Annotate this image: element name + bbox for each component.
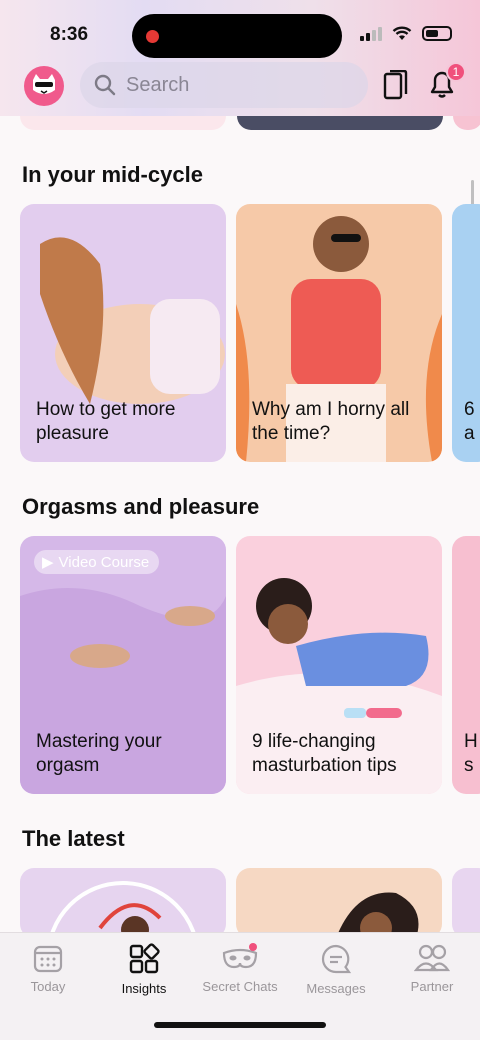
previous-card-peek	[453, 116, 480, 130]
card-title: How to get more pleasure	[36, 399, 176, 444]
search-input[interactable]	[126, 73, 346, 97]
nav-item-insights[interactable]: Insights	[96, 943, 192, 996]
nav-item-secret-chats[interactable]: Secret Chats	[192, 943, 288, 994]
battery-icon	[422, 26, 452, 41]
video-course-pill: ▶ Video Course	[34, 550, 160, 574]
bookmarks-icon[interactable]	[382, 70, 408, 100]
card-title: 6 a	[464, 399, 475, 444]
article-illustration	[336, 892, 419, 938]
nav-label: Today	[30, 979, 66, 994]
section-title-orgasms: Orgasms and pleasure	[22, 494, 260, 519]
nav-label: Secret Chats	[202, 979, 278, 994]
top-header: 8:36 1	[0, 0, 480, 116]
wifi-icon	[392, 26, 412, 40]
recording-indicator-icon	[146, 30, 159, 43]
article-card-masturbation-tips[interactable]: 9 life-changing masturbation tips	[236, 536, 442, 794]
search-bar[interactable]	[80, 62, 368, 108]
article-card-peek[interactable]: H s	[452, 536, 480, 794]
nav-item-messages[interactable]: Messages	[288, 943, 384, 996]
cat-avatar-icon	[33, 74, 55, 94]
play-icon: ▶	[42, 554, 54, 571]
card-title: 9 life-changing masturbation tips	[252, 731, 397, 776]
article-card-latest-1[interactable]	[20, 868, 226, 938]
section-title-mid-cycle: In your mid-cycle	[22, 162, 203, 187]
calendar-icon	[33, 945, 63, 973]
article-card-horny[interactable]: Why am I horny all the time?	[236, 204, 442, 462]
previous-card-peek	[237, 116, 443, 130]
avatar[interactable]	[24, 66, 64, 106]
orgasms-cards: ▶ Video Course Mastering your orgasm 9 l…	[20, 536, 480, 794]
search-icon	[94, 74, 116, 96]
card-title: Why am I horny all the time?	[252, 399, 410, 444]
video-course-label: Video Course	[58, 553, 150, 571]
nav-item-today[interactable]: Today	[0, 943, 96, 994]
article-card-peek[interactable]	[452, 868, 480, 938]
card-title: H s	[464, 731, 478, 776]
card-title: Mastering your orgasm	[36, 731, 162, 776]
people-icon	[414, 944, 450, 972]
chat-icon	[321, 944, 352, 974]
article-card-pleasure[interactable]: How to get more pleasure	[20, 204, 226, 462]
notification-badge: 1	[446, 62, 466, 82]
article-illustration	[48, 881, 198, 938]
nav-label: Messages	[306, 981, 366, 996]
mask-icon	[222, 943, 258, 969]
nav-label: Partner	[410, 979, 454, 994]
article-card-latest-2[interactable]	[236, 868, 442, 938]
article-card-mastering-orgasm[interactable]: ▶ Video Course Mastering your orgasm	[20, 536, 226, 794]
previous-card-peek	[20, 116, 226, 130]
dynamic-island	[132, 14, 342, 58]
section-title-latest: The latest	[22, 826, 125, 851]
article-card-peek[interactable]: 6 a	[452, 204, 480, 462]
home-indicator[interactable]	[154, 1022, 326, 1028]
latest-cards	[20, 868, 480, 938]
status-icons	[360, 26, 452, 41]
signal-icon	[360, 26, 382, 41]
nav-label: Insights	[121, 981, 167, 996]
status-time: 8:36	[50, 24, 89, 45]
mid-cycle-cards: How to get more pleasure Why am I horny …	[20, 204, 480, 462]
nav-item-partner[interactable]: Partner	[384, 943, 480, 994]
grid-icon	[129, 943, 160, 974]
